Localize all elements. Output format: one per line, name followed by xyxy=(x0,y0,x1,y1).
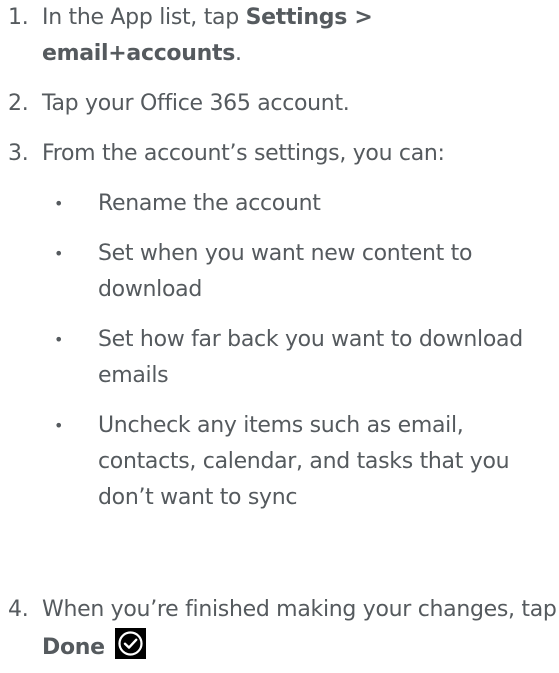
step-number: 3. xyxy=(8,141,29,166)
bullet: • xyxy=(54,244,64,263)
step-1: 1. In the App list, tap Settings > email… xyxy=(0,0,559,72)
list-item-text: Set when you want new content to downloa… xyxy=(98,241,473,302)
instructions-page: { "steps": [ { "number": "1.", "text_bef… xyxy=(0,0,559,673)
step-bold-text: Done xyxy=(42,635,105,660)
bullet: • xyxy=(54,416,64,435)
list-item-text: Uncheck any items such as email, contact… xyxy=(98,413,510,510)
step-text: From the account’s settings, you can: xyxy=(42,141,445,166)
list-item: • Set when you want new content to downl… xyxy=(42,236,559,308)
list-item-text: Rename the account xyxy=(98,191,321,216)
step-number: 1. xyxy=(8,5,29,30)
step-number: 4. xyxy=(8,597,29,622)
step-text: Tap your Office 365 account. xyxy=(42,91,350,116)
bullet: • xyxy=(54,330,64,349)
step-text-end: . xyxy=(234,41,242,66)
list-item: • Uncheck any items such as email, conta… xyxy=(42,408,559,516)
step-text: In the App list, tap xyxy=(42,5,246,30)
step-2: 2. Tap your Office 365 account. xyxy=(0,86,559,122)
list-item: • Rename the account xyxy=(42,186,559,222)
step-number: 2. xyxy=(8,91,29,116)
list-item: • Set how far back you want to download … xyxy=(42,322,559,394)
list-item-text: Set how far back you want to download em… xyxy=(98,327,523,388)
step-4: 4. When you’re finished making your chan… xyxy=(0,592,559,666)
step-text: When you’re finished making your changes… xyxy=(42,597,557,622)
step-3: 3. From the account’s settings, you can:… xyxy=(0,136,559,516)
bullet: • xyxy=(54,194,64,213)
options-list: • Rename the account • Set when you want… xyxy=(42,186,559,516)
done-checkmark-icon xyxy=(115,628,147,659)
